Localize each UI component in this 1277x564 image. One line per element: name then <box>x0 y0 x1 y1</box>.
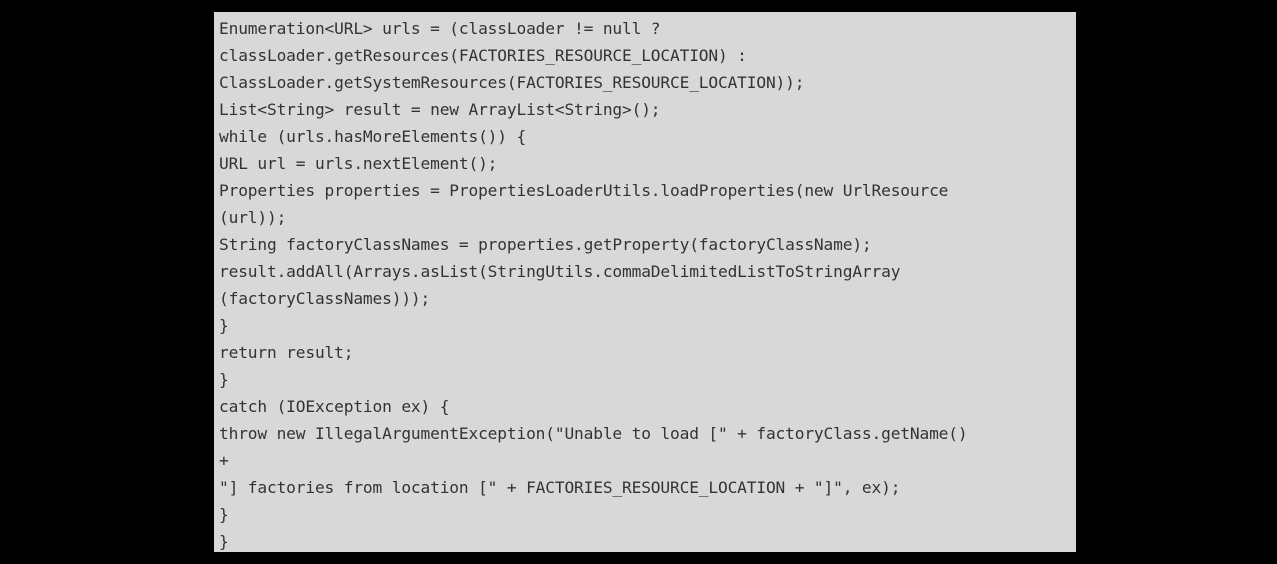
code-line-19: } <box>219 505 229 524</box>
code-line-15: catch (IOException ex) { <box>219 397 450 416</box>
code-line-6: URL url = urls.nextElement(); <box>219 154 498 173</box>
code-line-14: } <box>219 370 229 389</box>
code-line-1: Enumeration<URL> urls = (classLoader != … <box>219 19 661 38</box>
code-line-7: Properties properties = PropertiesLoader… <box>219 181 949 200</box>
code-line-11: (factoryClassNames))); <box>219 289 431 308</box>
code-line-8: (url)); <box>219 208 287 227</box>
code-line-12: } <box>219 316 229 335</box>
code-line-5: while (urls.hasMoreElements()) { <box>219 127 527 146</box>
code-line-3: ClassLoader.getSystemResources(FACTORIES… <box>219 73 805 92</box>
code-line-16: throw new IllegalArgumentException("Unab… <box>219 424 968 443</box>
code-line-10: result.addAll(Arrays.asList(StringUtils.… <box>219 262 901 281</box>
cropped-text-strip <box>0 552 1277 564</box>
page: Enumeration<URL> urls = (classLoader != … <box>0 0 1277 564</box>
code-line-18: "] factories from location [" + FACTORIE… <box>219 478 901 497</box>
code-line-4: List<String> result = new ArrayList<Stri… <box>219 100 661 119</box>
code-line-20: } <box>219 532 229 551</box>
code-line-17: + <box>219 451 229 470</box>
code-line-2: classLoader.getResources(FACTORIES_RESOU… <box>219 46 747 65</box>
code-block: Enumeration<URL> urls = (classLoader != … <box>214 12 1076 552</box>
code-line-13: return result; <box>219 343 354 362</box>
code-line-9: String factoryClassNames = properties.ge… <box>219 235 872 254</box>
